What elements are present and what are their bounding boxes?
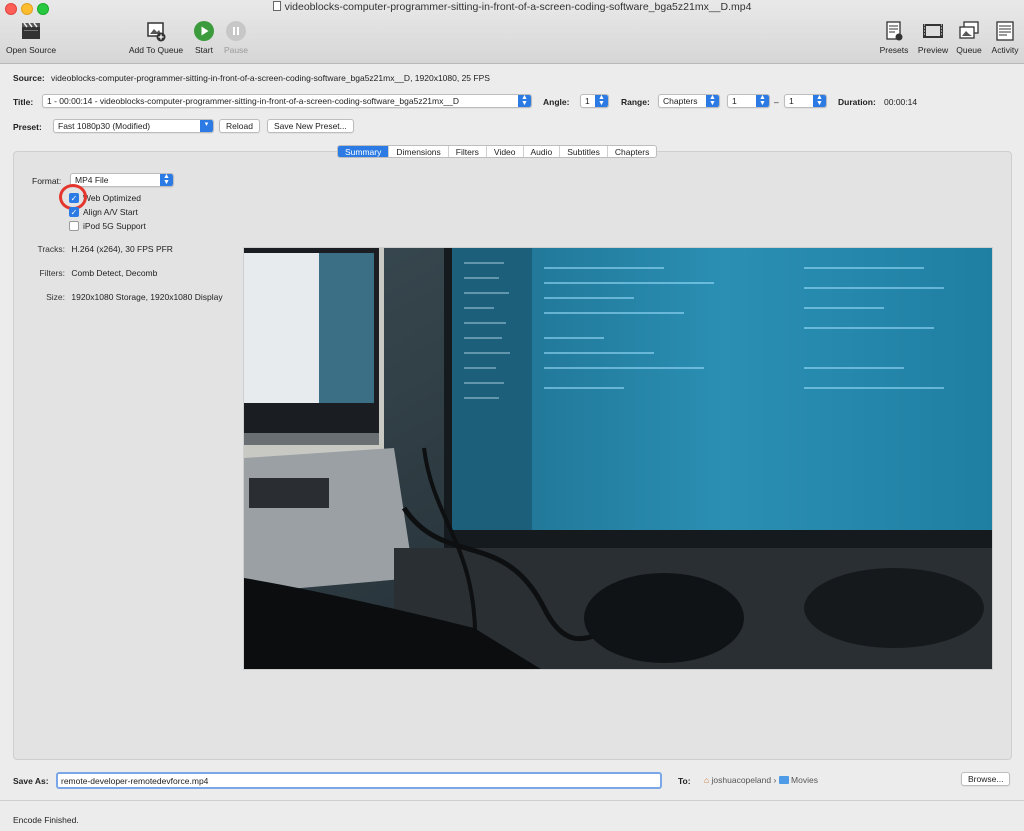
preview-button[interactable]: Preview — [915, 20, 951, 55]
add-to-queue-icon — [147, 22, 166, 42]
reload-button[interactable]: Reload — [219, 119, 260, 133]
destination-path[interactable]: ⌂ joshuacopeland › Movies — [704, 775, 818, 785]
handbrake-window: videoblocks-computer-programmer-sitting-… — [0, 0, 1024, 831]
pause-button[interactable]: Pause — [222, 20, 250, 55]
filters-label: Filters: — [39, 268, 66, 278]
preset-select[interactable]: Fast 1080p30 (Modified) ▾ — [53, 119, 214, 133]
duration-value: 00:00:14 — [884, 97, 918, 107]
tab-video[interactable]: Video — [487, 146, 524, 157]
chevron-updown-icon: ▲ ▼ — [706, 95, 719, 107]
range-type-select[interactable]: Chapters ▲ ▼ — [658, 94, 720, 108]
format-select[interactable]: MP4 File ▲ ▼ — [70, 173, 174, 187]
start-button[interactable]: Start — [191, 20, 217, 55]
chevron-down-icon: ▾ — [200, 120, 213, 132]
filters-row: Filters: Comb Detect, Decomb — [13, 268, 158, 278]
tab-summary[interactable]: Summary — [338, 146, 390, 157]
tab-chapters[interactable]: Chapters — [608, 146, 656, 157]
toolbar: videoblocks-computer-programmer-sitting-… — [0, 0, 1024, 64]
document-icon — [272, 1, 281, 11]
size-label: Size: — [46, 292, 65, 302]
source-row: Source: videoblocks-computer-programmer-… — [13, 73, 490, 83]
tab-subtitles[interactable]: Subtitles — [560, 146, 608, 157]
queue-button[interactable]: Queue — [954, 20, 984, 55]
tab-filters[interactable]: Filters — [449, 146, 487, 157]
ipod-5g-support-checkbox[interactable]: iPod 5G Support — [69, 221, 146, 231]
checkmark-icon: ✓ — [69, 207, 79, 217]
pause-icon — [226, 21, 246, 41]
presets-icon — [886, 21, 903, 41]
add-to-queue-button[interactable]: Add To Queue — [125, 20, 187, 55]
destination-label: To: — [678, 776, 691, 786]
filters-value: Comb Detect, Decomb — [71, 268, 158, 278]
activity-log-icon — [996, 21, 1014, 41]
tracks-value: H.264 (x264), 30 FPS PFR — [71, 244, 173, 254]
film-icon — [923, 24, 943, 38]
status-bar — [0, 800, 1024, 831]
chevron-updown-icon: ▲ ▼ — [160, 174, 173, 186]
open-source-button[interactable]: Open Source — [3, 20, 59, 55]
angle-select[interactable]: 1 ▲ ▼ — [580, 94, 609, 108]
clapperboard-icon — [22, 22, 40, 39]
title-label: Title: — [13, 97, 34, 107]
chevron-updown-icon: ▲ ▼ — [518, 95, 531, 107]
preset-label: Preset: — [13, 122, 42, 132]
tracks-row: Tracks: H.264 (x264), 30 FPS PFR — [13, 244, 173, 254]
window-title: videoblocks-computer-programmer-sitting-… — [0, 1, 1024, 13]
chevron-updown-icon: ▲ ▼ — [813, 95, 826, 107]
duration-label: Duration: — [838, 97, 876, 107]
save-as-filename-input[interactable]: remote-developer-remotedevforce.mp4 — [56, 772, 662, 789]
tab-dimensions[interactable]: Dimensions — [389, 146, 449, 157]
range-start-select[interactable]: 1 ▲ ▼ — [727, 94, 770, 108]
format-label: Format: — [32, 176, 62, 186]
tab-audio[interactable]: Audio — [524, 146, 561, 157]
size-value: 1920x1080 Storage, 1920x1080 Display — [71, 292, 223, 302]
activity-button[interactable]: Activity — [988, 20, 1022, 55]
size-row: Size: 1920x1080 Storage, 1920x1080 Displ… — [13, 292, 223, 302]
save-as-label: Save As: — [13, 776, 49, 786]
chevron-updown-icon: ▲ ▼ — [756, 95, 769, 107]
align-av-start-checkbox[interactable]: ✓ Align A/V Start — [69, 207, 138, 217]
play-icon — [194, 21, 214, 41]
checkbox-unchecked — [69, 221, 79, 231]
browse-button[interactable]: Browse... — [961, 772, 1011, 786]
tab-bar: Summary Dimensions Filters Video Audio S… — [337, 145, 658, 158]
range-label: Range: — [621, 97, 650, 107]
source-label: Source: — [13, 73, 45, 83]
angle-label: Angle: — [543, 97, 570, 107]
chevron-updown-icon: ▲ ▼ — [595, 95, 608, 107]
range-end-select[interactable]: 1 ▲ ▼ — [784, 94, 827, 108]
home-icon: ⌂ — [704, 775, 710, 785]
folder-icon — [778, 776, 789, 784]
status-text: Encode Finished. — [13, 815, 79, 825]
preview-frame-illustration — [244, 248, 992, 669]
source-value: videoblocks-computer-programmer-sitting-… — [51, 73, 490, 83]
title-select[interactable]: 1 - 00:00:14 - videoblocks-computer-prog… — [42, 94, 532, 108]
queue-icon — [959, 21, 979, 39]
presets-button[interactable]: Presets — [877, 20, 911, 55]
range-separator: – — [774, 97, 779, 107]
save-new-preset-button[interactable]: Save New Preset... — [267, 119, 354, 133]
tracks-label: Tracks: — [37, 244, 65, 254]
video-preview-image — [243, 247, 993, 670]
